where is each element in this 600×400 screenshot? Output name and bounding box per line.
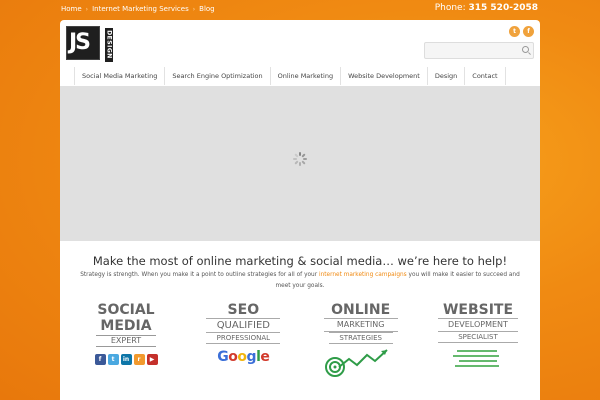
feature-title: SOCIAL — [97, 302, 155, 318]
loading-spinner-icon — [293, 152, 307, 166]
feature-subtitle: SPECIALIST — [437, 331, 518, 343]
feature-subtitle: PROFESSIONAL — [206, 333, 281, 344]
rss-icon: r — [133, 354, 145, 365]
feature-subtitle: DEVELOPMENT — [437, 318, 518, 331]
phone-number[interactable]: 315 520-2058 — [469, 3, 539, 13]
top-bar: Home › Internet Marketing Services › Blo… — [0, 0, 600, 20]
feature-title: MEDIA — [100, 318, 152, 334]
breadcrumb: Home › Internet Marketing Services › Blo… — [61, 5, 215, 13]
nav-contact[interactable]: Contact — [465, 67, 506, 85]
feature-subtitle: MARKETING — [323, 318, 398, 332]
feature-online-marketing[interactable]: ONLINE MARKETING STRATEGIES — [307, 302, 415, 400]
feature-boxes: SOCIAL MEDIA EXPERT f t in r ▶ SEO QUALI… — [72, 302, 532, 400]
feature-seo[interactable]: SEO QUALIFIED PROFESSIONAL Google — [189, 302, 297, 400]
growth-target-icon — [324, 349, 388, 377]
page-headline: Make the most of online marketing & soci… — [92, 254, 508, 268]
nav-search-engine-optimization[interactable]: Search Engine Optimization — [165, 67, 271, 85]
breadcrumb-blog[interactable]: Blog — [199, 5, 214, 13]
nav-design[interactable]: Design — [428, 67, 466, 85]
code-graphic-icon — [452, 350, 499, 367]
site-logo[interactable]: JS DESIGN — [66, 26, 113, 62]
content-panel: JS DESIGN t f Social Media Marketing Sea… — [60, 20, 540, 400]
logo-side: DESIGN — [105, 28, 113, 62]
twitter-icon[interactable]: t — [509, 26, 520, 37]
internet-marketing-link[interactable]: internet marketing campaigns — [319, 272, 407, 278]
main-nav: Social Media Marketing Search Engine Opt… — [74, 67, 506, 85]
logo-text: JS — [69, 30, 91, 55]
social-links: t f — [509, 26, 534, 37]
linkedin-icon: in — [120, 354, 132, 365]
feature-subtitle: EXPERT — [96, 335, 156, 347]
feature-subtitle: QUALIFIED — [206, 318, 281, 333]
breadcrumb-services[interactable]: Internet Marketing Services — [92, 5, 189, 13]
feature-title: WEBSITE — [442, 302, 514, 318]
facebook-icon[interactable]: f — [523, 26, 534, 37]
feature-website-development[interactable]: WEBSITE DEVELOPMENT SPECIALIST — [424, 302, 532, 400]
twitter-icon: t — [107, 354, 119, 365]
nav-social-media-marketing[interactable]: Social Media Marketing — [75, 67, 166, 85]
intro-text: Strategy is strength. When you make it a… — [80, 270, 520, 292]
nav-website-development[interactable]: Website Development — [341, 67, 428, 85]
breadcrumb-home[interactable]: Home — [61, 5, 82, 13]
feature-subtitle: STRATEGIES — [328, 332, 393, 344]
intro-text-start: Strategy is strength. When you make it a… — [80, 272, 319, 278]
feature-title: ONLINE — [331, 302, 391, 318]
logo-sub: DESIGN — [105, 30, 113, 59]
feature-title: SEO — [227, 302, 260, 318]
google-logo-icon: Google — [217, 349, 270, 365]
social-media-icons: f t in r ▶ — [72, 354, 180, 365]
nav-online-marketing[interactable]: Online Marketing — [271, 67, 342, 85]
breadcrumb-separator: › — [85, 5, 89, 13]
feature-social-media[interactable]: SOCIAL MEDIA EXPERT f t in r ▶ — [72, 302, 180, 400]
breadcrumb-separator: › — [192, 5, 196, 13]
phone-label: Phone: — [434, 3, 466, 13]
facebook-icon: f — [94, 354, 106, 365]
search-input[interactable] — [425, 48, 520, 64]
hero-slider[interactable] — [60, 86, 540, 241]
search-icon[interactable] — [522, 46, 529, 53]
search-box — [424, 42, 534, 64]
youtube-icon: ▶ — [146, 354, 158, 365]
phone-info: Phone: 315 520-2058 — [435, 3, 538, 13]
